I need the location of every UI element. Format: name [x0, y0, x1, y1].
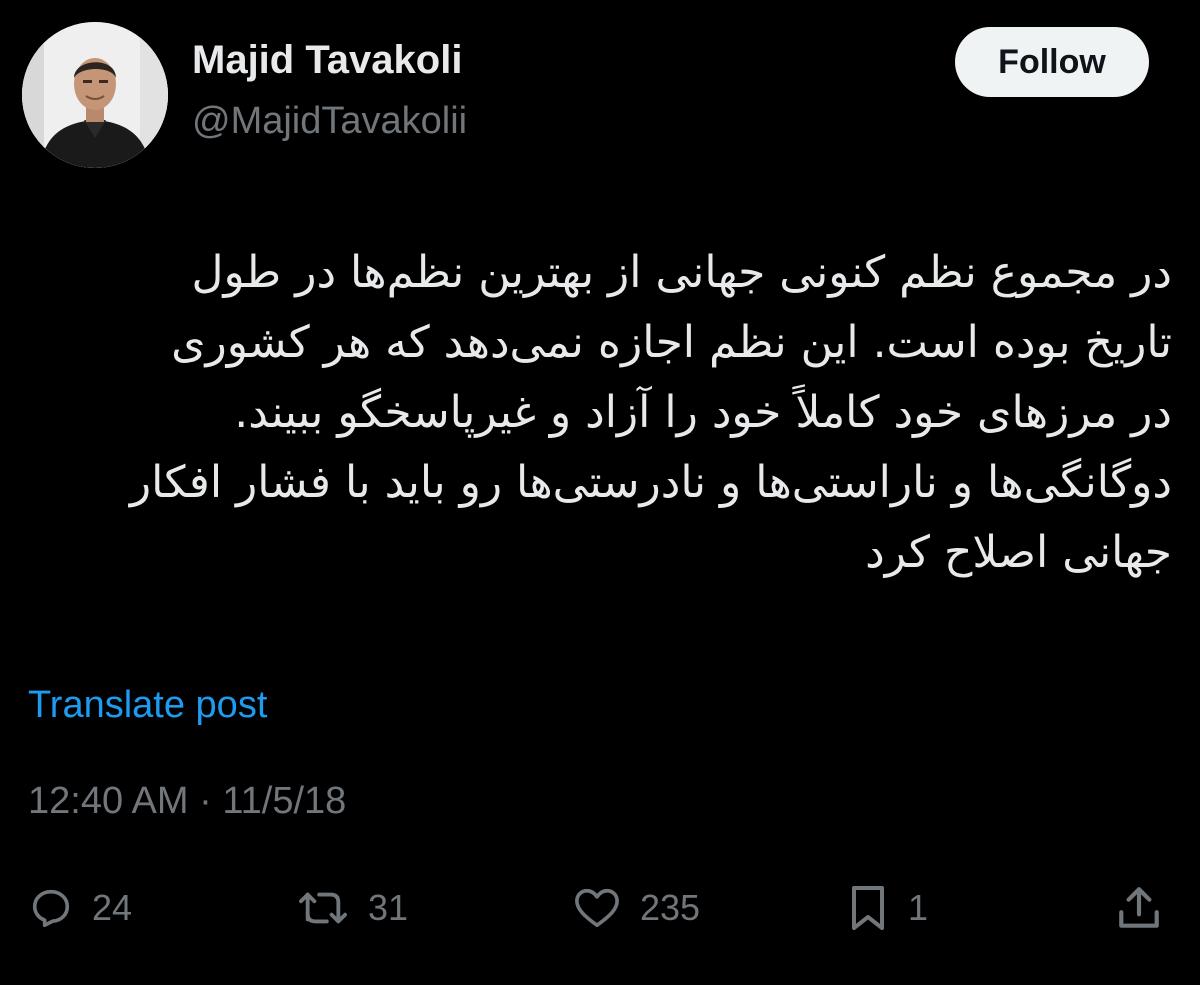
avatar[interactable] [22, 22, 168, 168]
repost-icon [299, 892, 347, 924]
heart-icon [575, 888, 619, 928]
author-name[interactable]: Majid Tavakoli [192, 38, 462, 83]
share-icon [1119, 887, 1159, 928]
author-handle[interactable]: @MajidTavakolii [192, 100, 467, 143]
post-text-line: جهانی اصلاح کرد [865, 527, 1172, 578]
post-text-line: تاریخ بوده است. این نظم اجازه نمی‌دهد که… [171, 317, 1172, 368]
like-button[interactable]: 235 [572, 880, 700, 936]
reply-count: 24 [92, 887, 133, 928]
post-text: در مجموع نظم کنونی جهانی از بهترین نظم‌ه… [30, 238, 1172, 588]
reply-button[interactable]: 24 [28, 880, 132, 936]
avatar-photo [22, 22, 168, 168]
share-button[interactable] [1114, 880, 1164, 936]
repost-count: 31 [368, 887, 409, 928]
post-text-line: دوگانگی‌ها و ناراستی‌ها و نادرستی‌ها رو … [129, 457, 1172, 508]
action-bar: 24 31 235 1 [0, 870, 1200, 950]
bookmark-button[interactable]: 1 [846, 880, 928, 936]
post-text-line: در مجموع نظم کنونی جهانی از بهترین نظم‌ه… [191, 247, 1172, 298]
translate-post-link[interactable]: Translate post [28, 684, 267, 727]
post-timestamp[interactable]: 12:40 AM · 11/5/18 [28, 780, 346, 823]
bookmark-count: 1 [908, 887, 929, 928]
post-text-line: در مرزهای خود کاملاً خود را آزاد و غیرپا… [234, 387, 1172, 438]
bookmark-icon [852, 886, 884, 930]
repost-button[interactable]: 31 [296, 880, 408, 936]
follow-button[interactable]: Follow [955, 27, 1149, 97]
reply-icon [32, 889, 70, 928]
like-count: 235 [640, 887, 701, 928]
